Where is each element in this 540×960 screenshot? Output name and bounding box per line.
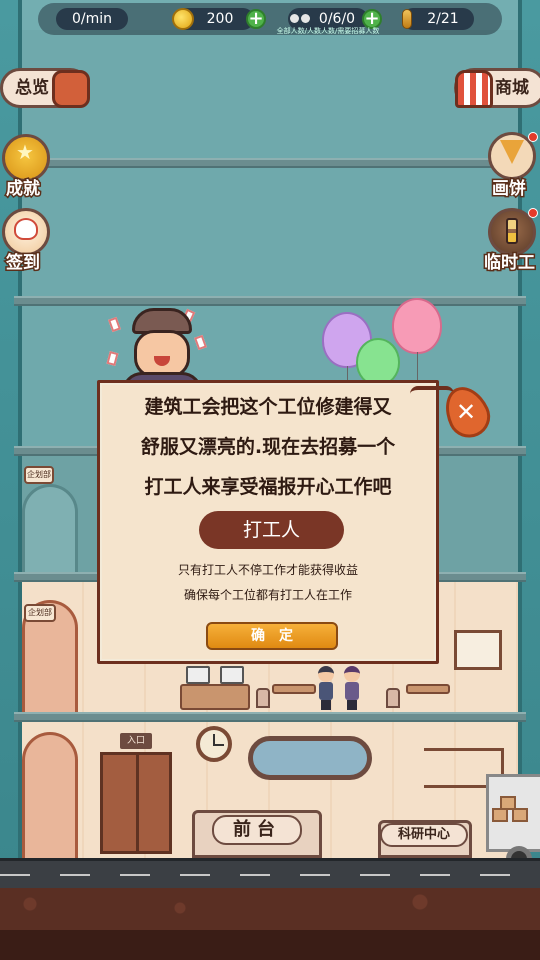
- recruit-dialog: 建筑工会把这个工位修建得又 舒服又漂亮的.现在去招募一个 打工人来享受福报开心工…: [97, 380, 439, 664]
- dialog-overlay: 建筑工会把这个工位修建得又 舒服又漂亮的.现在去招募一个 打工人来享受福报开心工…: [0, 0, 540, 960]
- dialog-message-line: 建筑工会把这个工位修建得又: [144, 396, 392, 418]
- dialog-message-line: 舒服又漂亮的.现在去招募一个: [140, 436, 396, 458]
- dialog-message-line: 打工人来享受福报开心工作吧: [144, 476, 392, 498]
- dialog-message: 建筑工会把这个工位修建得又 舒服又漂亮的.现在去招募一个 打工人来享受福报开心工…: [100, 383, 436, 507]
- dialog-note: 只有打工人不停工作才能获得收益: [177, 563, 358, 577]
- hire-worker-button[interactable]: 打工人: [199, 511, 344, 549]
- dialog-note: 确保每个工位都有打工人在工作: [183, 588, 352, 602]
- close-icon: ✕: [456, 398, 477, 426]
- close-button[interactable]: ✕: [410, 379, 498, 445]
- leaf-stem: [410, 386, 454, 394]
- confirm-button[interactable]: 确定: [206, 622, 338, 650]
